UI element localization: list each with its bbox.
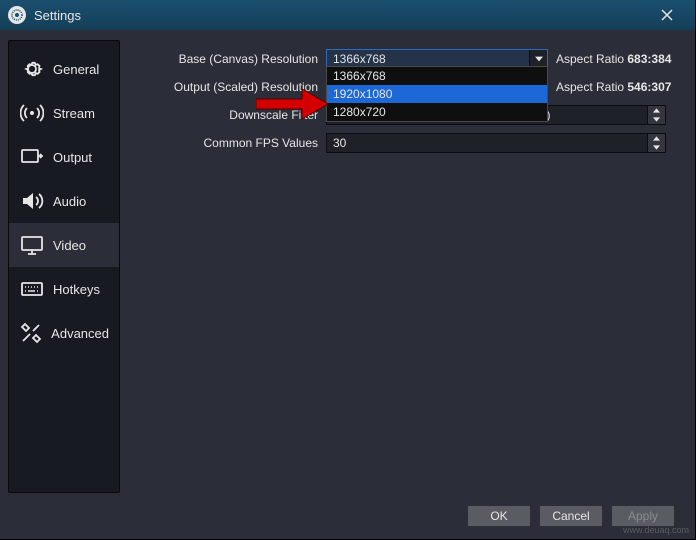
body: General Stream Output Audio <box>0 30 695 493</box>
downscale-filter-label: Downscale Filter <box>126 108 326 122</box>
sidebar-item-label: Video <box>53 238 86 253</box>
sidebar-item-video[interactable]: Video <box>9 223 119 267</box>
ok-button[interactable]: OK <box>467 505 531 527</box>
dropdown-option[interactable]: 1920x1080 <box>327 85 547 103</box>
base-resolution-dropdown: 1366x768 1920x1080 1280x720 <box>326 66 548 122</box>
base-resolution-row: Base (Canvas) Resolution 1366x768 Aspect… <box>126 46 687 72</box>
spinner-arrows[interactable] <box>647 134 665 152</box>
chevron-down-icon[interactable] <box>648 143 665 152</box>
spinner-arrows[interactable] <box>647 106 665 124</box>
watermark: www.deuaq.com <box>623 525 689 535</box>
cancel-button[interactable]: Cancel <box>539 505 603 527</box>
broadcast-icon <box>19 100 45 126</box>
base-aspect-ratio: Aspect Ratio 683:384 <box>548 52 671 66</box>
keyboard-icon <box>19 276 45 302</box>
base-resolution-label: Base (Canvas) Resolution <box>126 52 326 66</box>
gear-icon <box>19 56 45 82</box>
sidebar-item-audio[interactable]: Audio <box>9 179 119 223</box>
fps-select[interactable]: 30 <box>326 133 666 153</box>
sidebar-item-label: Stream <box>53 106 95 121</box>
window-title: Settings <box>34 8 647 23</box>
titlebar: Settings <box>0 0 695 30</box>
speaker-icon <box>19 188 45 214</box>
fps-value: 30 <box>327 136 647 150</box>
monitor-icon <box>19 232 45 258</box>
output-icon <box>19 144 45 170</box>
sidebar-item-label: General <box>53 62 99 77</box>
sidebar-item-label: Audio <box>53 194 86 209</box>
output-aspect-ratio: Aspect Ratio 546:307 <box>548 80 671 94</box>
sidebar-item-output[interactable]: Output <box>9 135 119 179</box>
sidebar-item-advanced[interactable]: Advanced <box>9 311 119 355</box>
chevron-up-icon[interactable] <box>648 106 665 115</box>
apply-button[interactable]: Apply <box>611 505 675 527</box>
dropdown-option[interactable]: 1366x768 <box>327 67 547 85</box>
sidebar-item-stream[interactable]: Stream <box>9 91 119 135</box>
main-panel: Base (Canvas) Resolution 1366x768 Aspect… <box>126 40 687 493</box>
sidebar-item-hotkeys[interactable]: Hotkeys <box>9 267 119 311</box>
sidebar-item-label: Hotkeys <box>53 282 100 297</box>
app-icon <box>8 6 26 24</box>
chevron-up-icon[interactable] <box>648 134 665 143</box>
dropdown-option[interactable]: 1280x720 <box>327 103 547 121</box>
sidebar-item-general[interactable]: General <box>9 47 119 91</box>
output-resolution-label: Output (Scaled) Resolution <box>126 80 326 94</box>
fps-row: Common FPS Values 30 <box>126 130 687 156</box>
settings-window: Settings General Stream <box>0 0 696 540</box>
chevron-down-icon[interactable] <box>648 115 665 124</box>
fps-label: Common FPS Values <box>126 136 326 150</box>
sidebar: General Stream Output Audio <box>8 40 120 493</box>
footer: OK Cancel Apply <box>0 493 695 539</box>
tools-icon <box>19 320 43 346</box>
sidebar-item-label: Output <box>53 150 92 165</box>
base-resolution-value: 1366x768 <box>327 52 529 66</box>
close-button[interactable] <box>647 0 687 30</box>
sidebar-item-label: Advanced <box>51 326 109 341</box>
